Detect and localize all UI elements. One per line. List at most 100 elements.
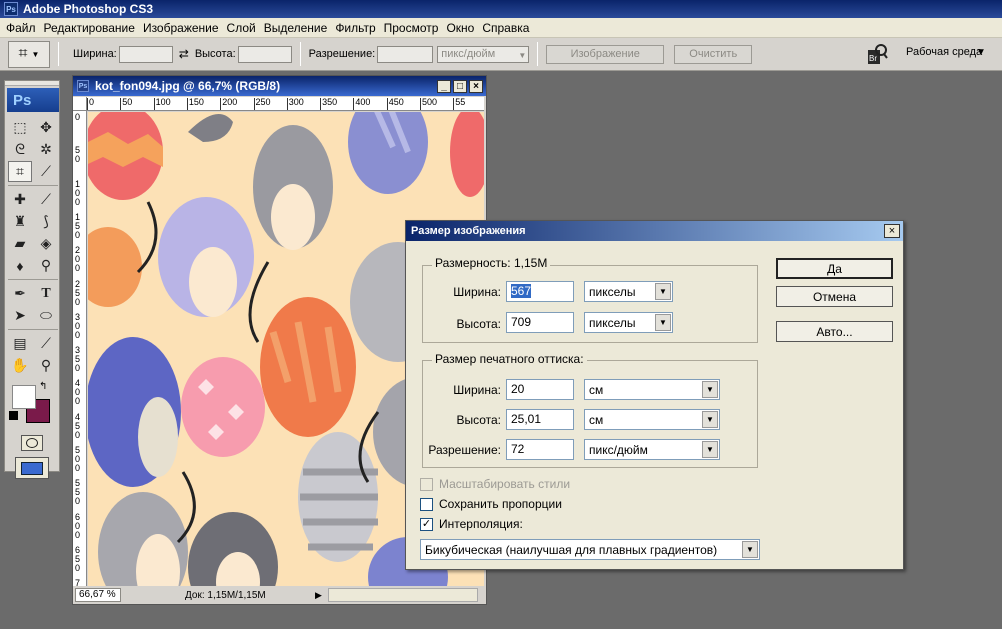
- ellipse-tool-icon[interactable]: ⬭: [34, 305, 58, 326]
- swap-icon[interactable]: ⇄: [179, 47, 189, 61]
- minimize-button[interactable]: _: [437, 79, 451, 93]
- constrain-proportions-checkbox[interactable]: [420, 497, 433, 511]
- blur-tool-icon[interactable]: ♦: [8, 255, 32, 276]
- screen-mode-button[interactable]: [15, 457, 49, 479]
- ruler-tick: [120, 98, 122, 110]
- chevron-down-icon: ▼: [702, 441, 718, 458]
- menu-file[interactable]: Файл: [2, 21, 40, 35]
- resample-option[interactable]: ✓ Интерполяция:: [420, 517, 523, 531]
- path-selection-tool-icon[interactable]: ➤: [8, 305, 32, 326]
- eyedropper-tool-icon[interactable]: ⟋: [34, 333, 58, 354]
- slice-tool-icon[interactable]: ⟋: [34, 161, 58, 182]
- print-width-unit-value: см: [589, 383, 604, 397]
- pixel-dimensions-label: Размерность: 1,15M: [432, 256, 551, 270]
- width-input[interactable]: [118, 45, 173, 63]
- document-titlebar[interactable]: Ps kot_fon094.jpg @ 66,7% (RGB/8) _ □ ×: [73, 76, 486, 96]
- pixel-width-unit-select[interactable]: пикселы ▼: [584, 281, 673, 302]
- print-height-unit-select[interactable]: см ▼: [584, 409, 720, 430]
- auto-button[interactable]: Авто...: [776, 321, 893, 342]
- pen-tool-icon[interactable]: ✒: [8, 283, 32, 304]
- notes-tool-icon[interactable]: ▤: [8, 333, 32, 354]
- maximize-button[interactable]: □: [453, 79, 467, 93]
- height-input[interactable]: [237, 45, 292, 63]
- resolution-label: Разрешение:: [428, 443, 501, 457]
- divider: [537, 42, 539, 66]
- print-width-label: Ширина:: [453, 383, 501, 397]
- ruler-tick-label: 55: [455, 97, 466, 107]
- swap-colors-icon[interactable]: ↰: [39, 381, 47, 392]
- resolution-input[interactable]: [377, 45, 434, 63]
- dodge-tool-icon[interactable]: ⚲: [34, 255, 58, 276]
- move-tool-icon[interactable]: ✥: [34, 117, 58, 138]
- cancel-button[interactable]: Отмена: [776, 286, 893, 307]
- print-width-input[interactable]: 20: [506, 379, 574, 400]
- resample-method-value: Бикубическая (наилучшая для плавных град…: [425, 543, 718, 557]
- menu-edit[interactable]: Редактирование: [40, 21, 139, 35]
- type-tool-icon[interactable]: T: [34, 283, 58, 304]
- resolution-unit-select[interactable]: пикс/дюйм ▼: [584, 439, 720, 460]
- lasso-tool-icon[interactable]: ᘓ: [8, 139, 32, 160]
- menu-select[interactable]: Выделение: [260, 21, 332, 35]
- brush-tool-icon[interactable]: ⟋: [34, 189, 58, 210]
- menu-view[interactable]: Просмотр: [380, 21, 443, 35]
- healing-brush-tool-icon[interactable]: ✚: [8, 189, 32, 210]
- resample-method-select[interactable]: Бикубическая (наилучшая для плавных град…: [420, 539, 760, 560]
- resolution-unit-value: пикс/дюйм: [441, 47, 496, 60]
- horizontal-ruler[interactable]: 0 50 100 150 200 250 300 350 400 450 500 55: [87, 97, 484, 111]
- resample-checkbox[interactable]: ✓: [420, 517, 433, 531]
- pixel-height-unit-select[interactable]: пикселы ▼: [584, 312, 673, 333]
- hand-tool-icon[interactable]: ✋: [8, 355, 32, 376]
- constrain-proportions-option[interactable]: Сохранить пропорции: [420, 497, 562, 511]
- history-brush-tool-icon[interactable]: ⟆: [34, 211, 58, 232]
- screen-mode-icon: [21, 461, 43, 475]
- ruler-tick-label: 1 0 0: [75, 178, 81, 207]
- document-size-info[interactable]: Док: 1,15M/1,15M: [185, 590, 305, 601]
- workspace-menu[interactable]: Рабочая среда: [906, 46, 982, 58]
- dialog-titlebar[interactable]: Размер изображения: [406, 221, 903, 241]
- zoom-tool-icon[interactable]: ⚲: [34, 355, 58, 376]
- marquee-tool-icon[interactable]: ⬚: [8, 117, 32, 138]
- panel-grip[interactable]: [5, 81, 59, 86]
- ruler-tick-label: 2 5 0: [75, 278, 81, 307]
- vertical-ruler[interactable]: 0 5 0 1 0 0 1 5 0 2 0 0 2 5 0 3 0 0 3 5 0 4 0 0 4…: [73, 111, 87, 586]
- crop-tool-icon[interactable]: ⌗: [8, 161, 32, 182]
- menu-help[interactable]: Справка: [478, 21, 533, 35]
- divider: [8, 279, 58, 280]
- magic-wand-tool-icon[interactable]: ✲: [34, 139, 58, 160]
- pixel-dimensions-size: 1,15M: [513, 256, 548, 270]
- ruler-tick-label: 150: [188, 97, 204, 107]
- divider: [299, 42, 301, 66]
- bridge-icon[interactable]: Br: [866, 42, 888, 68]
- app-titlebar: Ps Adobe Photoshop CS3: [0, 0, 1002, 18]
- app-title: Adobe Photoshop CS3: [23, 2, 153, 16]
- ok-button[interactable]: Да: [776, 258, 893, 279]
- menu-layer[interactable]: Слой: [223, 21, 260, 35]
- zoom-level-field[interactable]: 66,67 %: [75, 588, 121, 602]
- paint-bucket-tool-icon[interactable]: ◈: [34, 233, 58, 254]
- quick-mask-button[interactable]: [21, 435, 43, 451]
- foreground-color-swatch[interactable]: [12, 385, 36, 409]
- eraser-tool-icon[interactable]: ▰: [8, 233, 32, 254]
- close-button[interactable]: ×: [469, 79, 483, 93]
- front-image-button[interactable]: Изображение: [546, 44, 665, 64]
- clear-button[interactable]: Очистить: [674, 44, 753, 64]
- ruler-origin[interactable]: [73, 97, 87, 111]
- default-colors-icon[interactable]: [9, 411, 18, 420]
- status-menu-arrow-icon[interactable]: ▶: [315, 590, 322, 601]
- menu-window[interactable]: Окно: [442, 21, 478, 35]
- pixel-width-input[interactable]: 567: [506, 281, 574, 302]
- resolution-input[interactable]: 72: [506, 439, 574, 460]
- resolution-unit-select[interactable]: пикс/дюйм ▼: [437, 45, 530, 63]
- menu-image[interactable]: Изображение: [139, 21, 223, 35]
- ruler-tick-label: 0: [75, 112, 81, 122]
- height-label: Высота:: [194, 48, 236, 60]
- chevron-down-icon: ▼: [702, 411, 718, 428]
- print-height-input[interactable]: 25,01: [506, 409, 574, 430]
- menu-filter[interactable]: Фильтр: [331, 21, 379, 35]
- dialog-close-button[interactable]: ×: [884, 224, 900, 238]
- tool-preset-picker[interactable]: ⌗ ▼: [8, 40, 50, 68]
- pixel-height-input[interactable]: 709: [506, 312, 574, 333]
- clone-stamp-tool-icon[interactable]: ♜: [8, 211, 32, 232]
- print-width-unit-select[interactable]: см ▼: [584, 379, 720, 400]
- horizontal-scrollbar[interactable]: [327, 588, 478, 602]
